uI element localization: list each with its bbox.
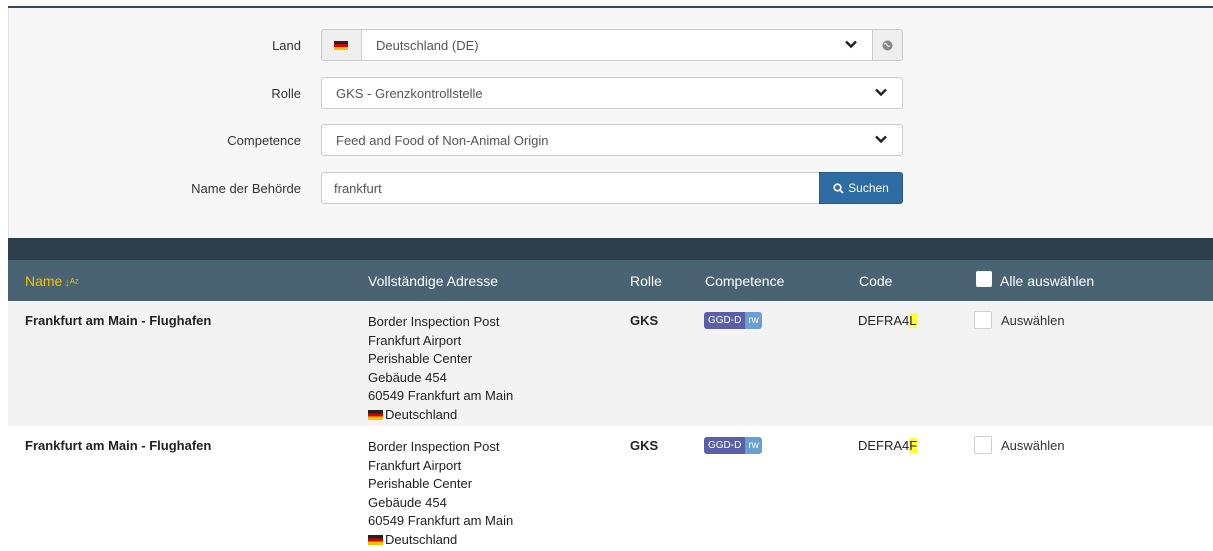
results-toolbar bbox=[8, 238, 1213, 260]
address-line: Frankfurt Airport bbox=[368, 457, 462, 473]
address-line: Border Inspection Post bbox=[368, 314, 500, 329]
address-line: Gebäude 454 bbox=[368, 369, 447, 385]
rolle-select[interactable]: GKS - Grenzkontrollstelle bbox=[321, 77, 903, 109]
row-checkbox[interactable] bbox=[974, 311, 992, 329]
row-code: DEFRA4F bbox=[858, 438, 918, 453]
name-label: Name der Behörde bbox=[191, 181, 301, 196]
competence-badge: GGD-D rw bbox=[704, 312, 762, 332]
row-select[interactable]: Auswählen bbox=[974, 311, 1065, 329]
row-checkbox[interactable] bbox=[974, 436, 992, 454]
competence-row: Competence Feed and Food of Non-Animal O… bbox=[9, 124, 1213, 158]
address-line: Perishable Center bbox=[368, 476, 473, 491]
search-button-label: Suchen bbox=[848, 181, 889, 195]
globe-icon bbox=[882, 40, 893, 51]
row-rolle: GKS bbox=[630, 313, 659, 328]
table-row: Frankfurt am Main - Flughafen Border Ins… bbox=[8, 301, 1213, 426]
address-country: Deutschland bbox=[368, 406, 513, 425]
row-address: Border Inspection Post Frankfurt Airport… bbox=[368, 438, 513, 549]
code-prefix: DEFRA4 bbox=[858, 313, 910, 328]
rolle-value: GKS - Grenzkontrollstelle bbox=[336, 86, 483, 101]
badge-main: GGD-D bbox=[704, 437, 746, 454]
address-country: Deutschland bbox=[368, 531, 513, 550]
row-code: DEFRA4L bbox=[858, 313, 917, 328]
header-address: Vollständige Adresse bbox=[368, 273, 498, 289]
address-line: 60549 Frankfurt am Main bbox=[368, 513, 514, 528]
row-select-label[interactable]: Auswählen bbox=[1001, 438, 1065, 453]
name-row: Name der Behörde Suchen bbox=[9, 172, 1213, 206]
address-line: Border Inspection Post bbox=[368, 439, 500, 454]
table-row: Frankfurt am Main - Flughafen Border Ins… bbox=[8, 426, 1213, 551]
competence-label: Competence bbox=[227, 133, 301, 148]
search-form: Land Deutschland (DE) Rolle GKS - Grenzk… bbox=[8, 8, 1213, 238]
competence-select[interactable]: Feed and Food of Non-Animal Origin bbox=[321, 124, 903, 156]
row-name: Frankfurt am Main - Flughafen bbox=[25, 313, 212, 328]
address-line: Frankfurt Airport bbox=[368, 332, 462, 348]
chevron-down-icon bbox=[845, 40, 857, 49]
competence-value: Feed and Food of Non-Animal Origin bbox=[336, 133, 549, 148]
germany-flag-icon bbox=[334, 41, 348, 50]
select-all-checkbox[interactable] bbox=[976, 271, 992, 287]
land-label: Land bbox=[272, 38, 301, 53]
header-name[interactable]: Name ↓ᴬᶻ bbox=[25, 273, 79, 289]
header-competence: Competence bbox=[705, 273, 785, 289]
address-line: Perishable Center bbox=[368, 351, 473, 366]
code-suffix-highlight: F bbox=[909, 438, 918, 453]
header-name-label: Name bbox=[25, 273, 63, 289]
competence-badge: GGD-D rw bbox=[704, 437, 762, 457]
country-label: Deutschland bbox=[385, 531, 458, 547]
badge-main: GGD-D bbox=[704, 312, 746, 329]
germany-flag-icon bbox=[368, 409, 383, 420]
table-header: Name ↓ᴬᶻ Vollständige Adresse Rolle Compe… bbox=[8, 260, 1213, 301]
select-all-label[interactable]: Alle auswählen bbox=[1000, 273, 1094, 289]
land-row: Land Deutschland (DE) bbox=[9, 29, 1213, 63]
row-address: Border Inspection Post Frankfurt Airport… bbox=[368, 313, 513, 424]
sort-alpha-asc-icon[interactable]: ↓ᴬᶻ bbox=[64, 277, 78, 289]
address-line: Gebäude 454 bbox=[368, 494, 447, 510]
land-value: Deutschland (DE) bbox=[376, 38, 479, 53]
land-select[interactable]: Deutschland (DE) bbox=[361, 29, 873, 61]
badge-sub: rw bbox=[745, 437, 762, 454]
header-rolle: Rolle bbox=[630, 273, 662, 289]
row-select-label[interactable]: Auswählen bbox=[1001, 313, 1065, 328]
country-label: Deutschland bbox=[385, 406, 458, 422]
address-line: 60549 Frankfurt am Main bbox=[368, 388, 514, 403]
germany-flag-icon bbox=[368, 534, 383, 545]
row-name: Frankfurt am Main - Flughafen bbox=[25, 438, 212, 453]
globe-addon[interactable] bbox=[873, 29, 903, 61]
land-flag-addon bbox=[321, 29, 361, 61]
chevron-down-icon bbox=[875, 88, 887, 97]
code-suffix-highlight: L bbox=[909, 313, 917, 328]
search-icon bbox=[833, 183, 844, 194]
row-rolle: GKS bbox=[630, 438, 659, 453]
chevron-down-icon bbox=[875, 135, 887, 144]
row-select[interactable]: Auswählen bbox=[974, 436, 1065, 454]
header-code: Code bbox=[859, 273, 893, 289]
search-button[interactable]: Suchen bbox=[819, 172, 903, 204]
badge-sub: rw bbox=[745, 312, 762, 329]
rolle-row: Rolle GKS - Grenzkontrollstelle bbox=[9, 77, 1213, 111]
code-prefix: DEFRA4 bbox=[858, 438, 910, 453]
results-table: Frankfurt am Main - Flughafen Border Ins… bbox=[8, 301, 1213, 551]
rolle-label: Rolle bbox=[271, 86, 301, 101]
name-input[interactable] bbox=[321, 172, 819, 204]
